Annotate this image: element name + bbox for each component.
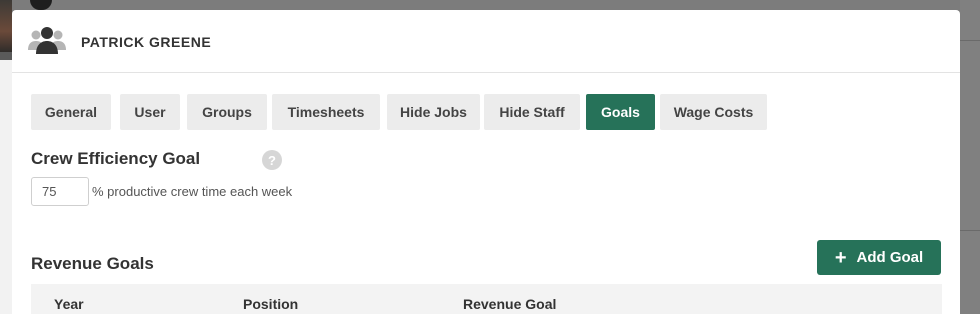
background-strip xyxy=(0,60,12,314)
column-header-year[interactable]: Year xyxy=(54,296,84,312)
modal-header: PATRICK GREENE xyxy=(12,10,960,73)
tab-general[interactable]: General xyxy=(31,94,111,130)
tab-groups[interactable]: Groups xyxy=(187,94,267,130)
column-header-position[interactable]: Position xyxy=(243,296,298,312)
background-avatar xyxy=(30,0,52,10)
background-top xyxy=(12,0,960,10)
column-header-revenue-goal[interactable]: Revenue Goal xyxy=(463,296,556,312)
tab-goals[interactable]: Goals xyxy=(586,94,655,130)
tab-timesheets[interactable]: Timesheets xyxy=(272,94,380,130)
revenue-goals-title: Revenue Goals xyxy=(31,254,154,273)
background-left-panel xyxy=(0,0,12,314)
modal-title: PATRICK GREENE xyxy=(81,34,212,50)
crew-efficiency-title: Crew Efficiency Goal xyxy=(31,149,201,168)
plus-icon: + xyxy=(834,246,847,269)
tab-hide-jobs[interactable]: Hide Jobs xyxy=(387,94,480,130)
background-divider xyxy=(960,40,980,41)
tab-wage-costs[interactable]: Wage Costs xyxy=(660,94,767,130)
revenue-goals-table-header: Year Position Revenue Goal xyxy=(31,284,942,314)
help-icon[interactable]: ? xyxy=(262,150,282,170)
user-modal: PATRICK GREENE General User Groups Times… xyxy=(12,10,960,314)
crew-efficiency-input[interactable] xyxy=(31,177,89,206)
background-photo xyxy=(0,0,12,52)
background-right-panel xyxy=(960,0,980,314)
users-group-icon xyxy=(27,26,67,56)
add-goal-label: Add Goal xyxy=(856,249,924,266)
background-divider xyxy=(960,230,980,231)
crew-efficiency-suffix: % productive crew time each week xyxy=(92,184,293,199)
tab-hide-staff[interactable]: Hide Staff xyxy=(484,94,580,130)
tab-user[interactable]: User xyxy=(120,94,180,130)
add-goal-button[interactable]: + Add Goal xyxy=(817,240,941,275)
